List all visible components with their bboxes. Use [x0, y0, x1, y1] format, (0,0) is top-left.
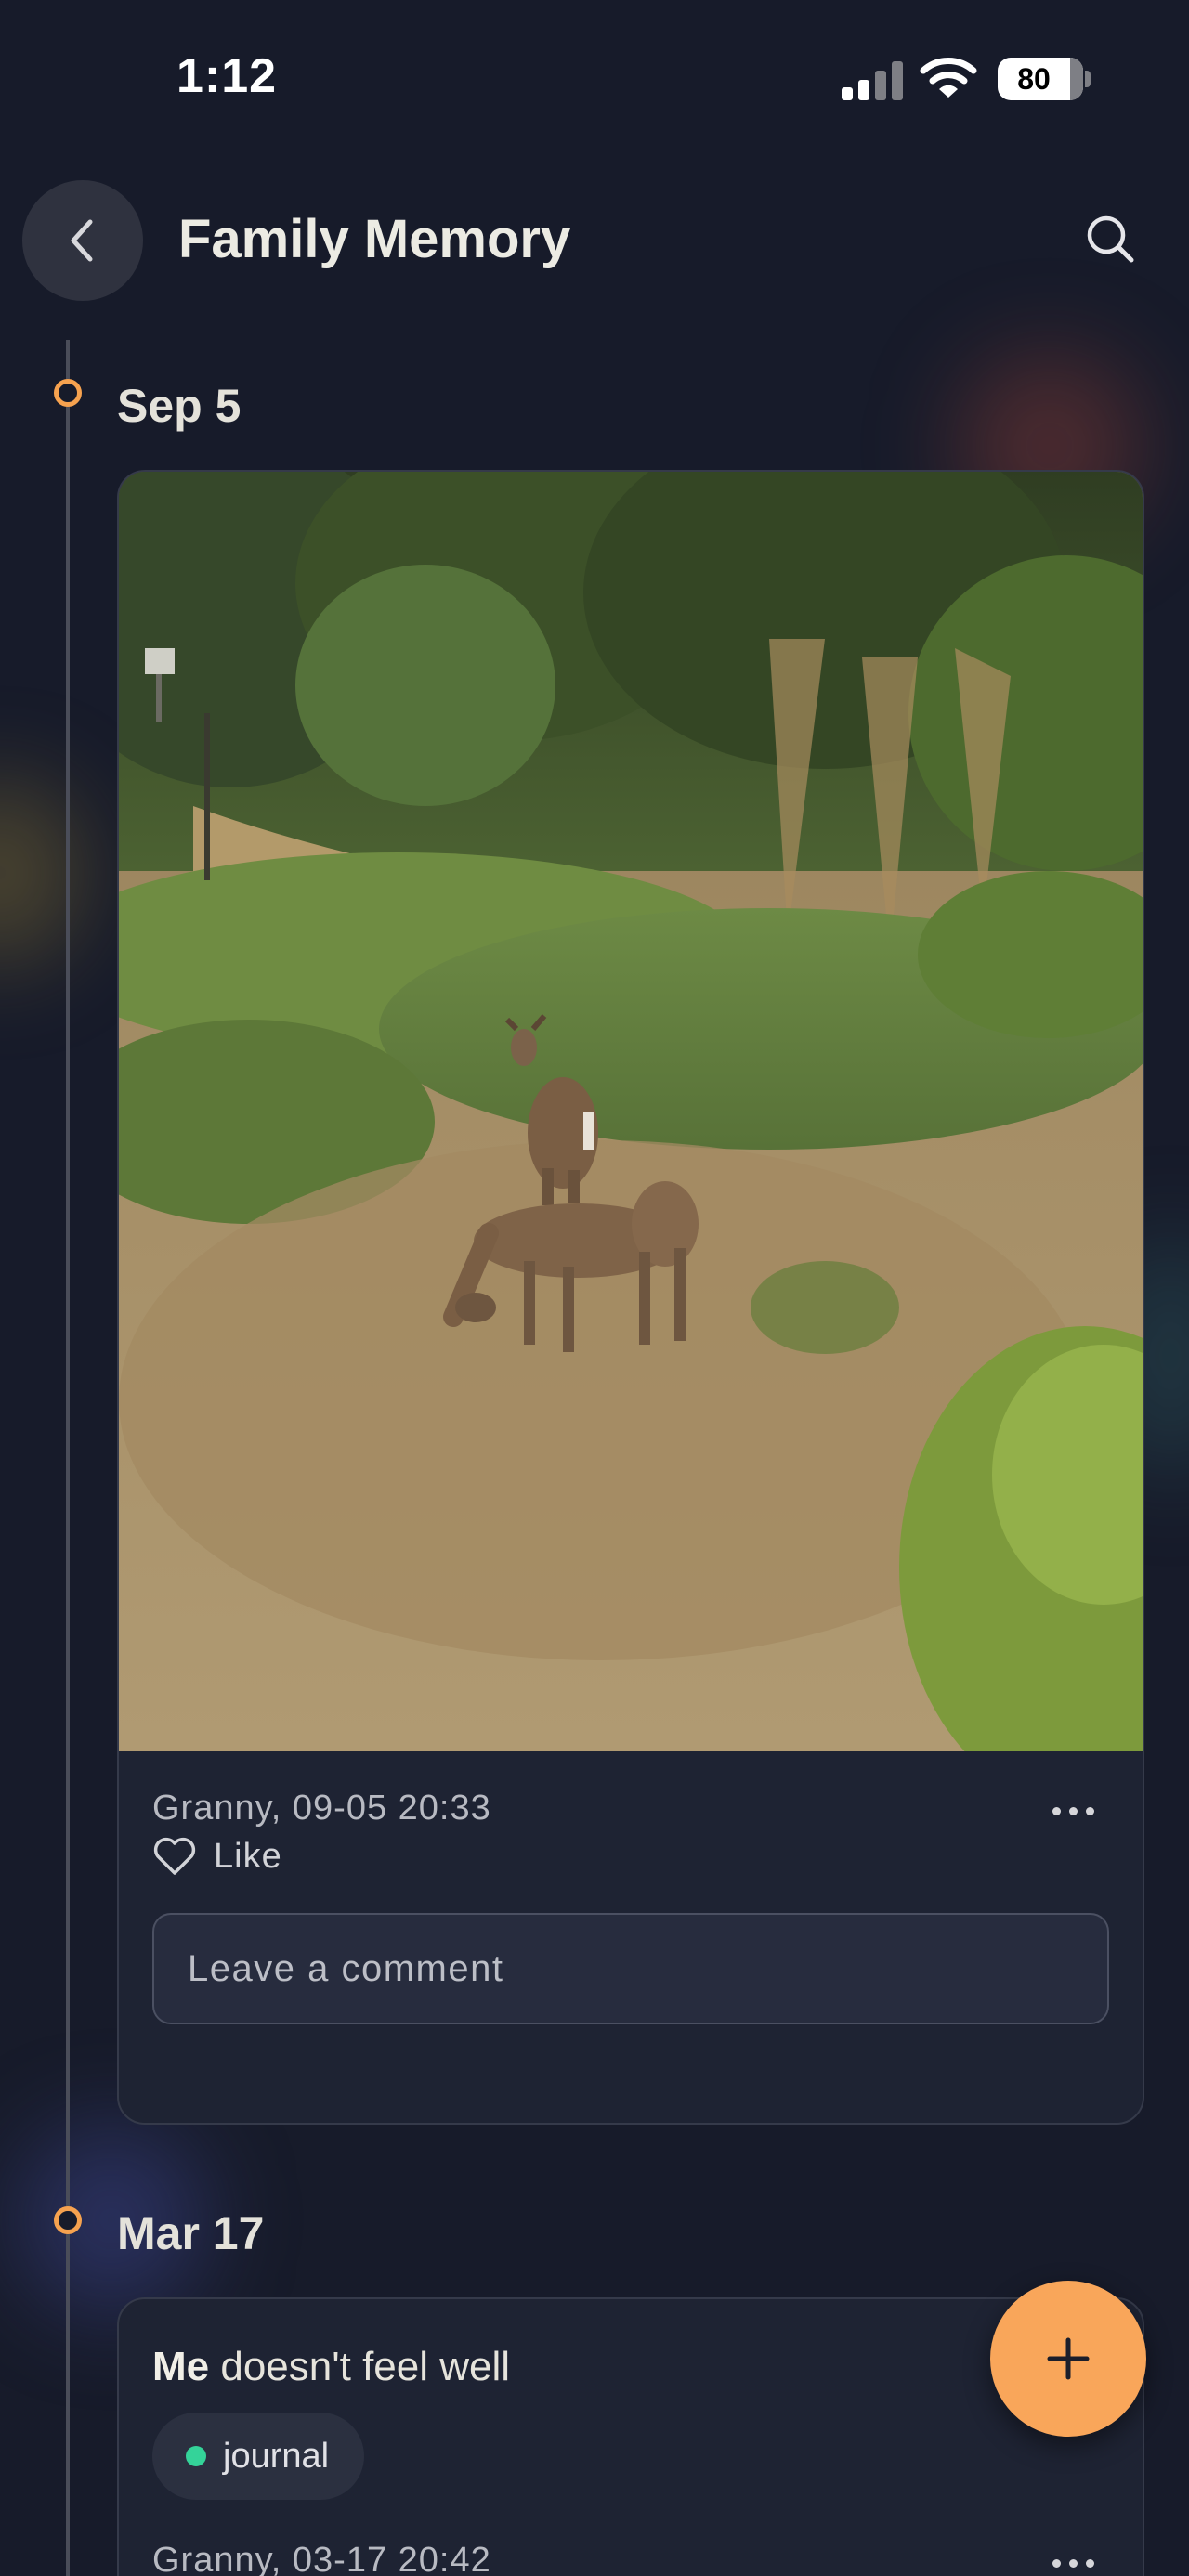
- battery-tip: [1085, 71, 1091, 87]
- status-time: 1:12: [176, 49, 278, 103]
- tag-dot: [186, 2446, 206, 2466]
- memory-photo[interactable]: [119, 472, 1143, 1751]
- status-bar: 1:12 80: [0, 0, 1189, 158]
- tag-label: journal: [223, 2436, 330, 2476]
- more-options-button[interactable]: [1040, 2544, 1105, 2576]
- comment-input[interactable]: Leave a comment: [152, 1913, 1109, 2024]
- entry-meta: Granny, 09-05 20:33: [152, 1789, 491, 1828]
- cellular-signal-icon: [842, 59, 903, 100]
- battery-indicator: 80: [998, 58, 1083, 100]
- like-label: Like: [214, 1836, 282, 1876]
- entry-author: Me: [152, 2344, 210, 2389]
- timeline-line: [66, 340, 70, 2576]
- timeline-dot: [54, 379, 82, 407]
- add-memory-button[interactable]: [990, 2281, 1146, 2437]
- entry-title: Me doesn't feel well: [152, 2344, 510, 2390]
- chevron-left-icon: [71, 219, 93, 262]
- more-dot: [1068, 2558, 1078, 2568]
- search-button[interactable]: [1078, 206, 1144, 273]
- more-dot: [1052, 1806, 1061, 1815]
- more-dot: [1085, 1806, 1094, 1815]
- entry-meta: Granny, 03-17 20:42: [152, 2541, 491, 2576]
- back-button[interactable]: [22, 180, 143, 301]
- entry-date: Sep 5: [117, 380, 242, 432]
- comment-placeholder: Leave a comment: [188, 1947, 504, 1989]
- app-screen: 1:12 80 Family Memory Sep 5 Granny, 09-0…: [0, 0, 1189, 2576]
- more-options-button[interactable]: [1040, 1792, 1105, 1829]
- wifi-icon: [920, 54, 977, 100]
- page-title: Family Memory: [178, 209, 571, 269]
- plus-icon: [1047, 2337, 1090, 2380]
- memory-card-photo: Granny, 09-05 20:33 Like Leave a comment: [117, 470, 1144, 2125]
- more-dot: [1068, 1806, 1078, 1815]
- timeline-dot: [54, 2206, 82, 2234]
- search-icon: [1087, 215, 1134, 263]
- more-dot: [1052, 2558, 1061, 2568]
- more-dot: [1085, 2558, 1094, 2568]
- like-button[interactable]: Like: [152, 1831, 282, 1881]
- entry-date: Mar 17: [117, 2207, 265, 2259]
- tag-chip[interactable]: journal: [152, 2413, 365, 2500]
- entry-text: doesn't feel well: [209, 2344, 511, 2389]
- ambient-glow-yellow: [0, 780, 84, 966]
- memory-card-journal[interactable]: Me doesn't feel well journal Granny, 03-…: [117, 2297, 1144, 2576]
- battery-percent: 80: [1017, 62, 1051, 96]
- heart-icon: [153, 1837, 196, 1875]
